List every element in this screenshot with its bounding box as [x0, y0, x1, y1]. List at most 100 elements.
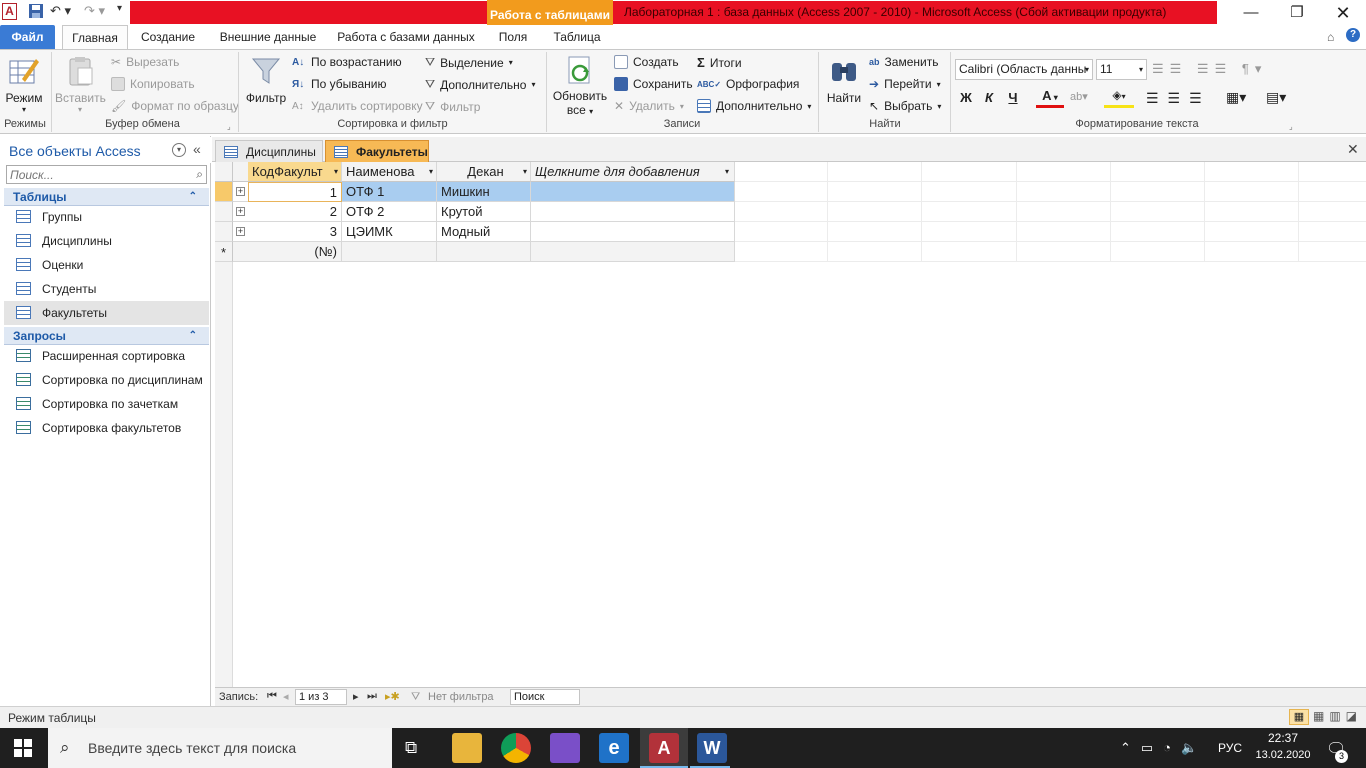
dialog-launcher-icon[interactable]: ⌟ — [1289, 122, 1293, 131]
cell-name[interactable]: ОТФ 2 — [342, 202, 437, 222]
file-explorer-icon[interactable] — [452, 733, 482, 763]
cell-dean[interactable]: Мишкин — [437, 182, 531, 202]
cell-new-name[interactable] — [342, 242, 437, 262]
delete-record-button[interactable]: ✕ Удалить ▾ — [614, 99, 684, 113]
word-icon[interactable]: W — [697, 733, 727, 763]
dialog-launcher-icon[interactable]: ⌟ — [227, 122, 231, 131]
new-record-button[interactable]: Создать — [614, 55, 679, 69]
tab-home[interactable]: Главная — [62, 25, 128, 50]
nav-item-faculties[interactable]: Факультеты — [4, 301, 209, 325]
maximize-button[interactable]: ❐ — [1274, 0, 1320, 25]
more-records-button[interactable]: Дополнительно ▾ — [697, 99, 811, 113]
nav-search-field[interactable]: ⌕ — [6, 165, 207, 184]
fill-color-button[interactable]: ◈▾ — [1104, 88, 1134, 108]
undo-icon[interactable]: ↶ ▾ — [50, 3, 80, 21]
access-icon[interactable]: A — [649, 733, 679, 763]
first-record-button[interactable]: ⏮ — [267, 690, 277, 703]
view-switcher-icons[interactable]: ▦▥◪ — [1313, 709, 1362, 723]
column-header-dean[interactable]: Декан ▾ — [437, 162, 531, 182]
windows-start-icon[interactable] — [14, 739, 32, 760]
font-size-select[interactable]: 11 ▾ — [1096, 59, 1147, 80]
nav-item-students[interactable]: Студенты — [4, 277, 209, 301]
nav-item-query-2[interactable]: Сортировка по дисциплинам — [4, 368, 209, 392]
visual-studio-icon[interactable] — [550, 733, 580, 763]
row-selector[interactable] — [215, 182, 233, 202]
record-search-input[interactable]: Поиск — [510, 689, 580, 705]
sort-descending-button[interactable]: Я↓ По убыванию — [292, 77, 387, 91]
replace-button[interactable]: ab Заменить — [869, 55, 938, 69]
column-header-add[interactable]: Щелкните для добавления ▾ — [531, 162, 735, 182]
column-header-id[interactable]: КодФакульт ▾ — [248, 162, 342, 182]
last-record-button[interactable]: ⏭ — [367, 690, 377, 703]
view-mode-button[interactable]: Режим ▾ — [4, 55, 44, 114]
totals-button[interactable]: Σ Итоги — [697, 55, 742, 70]
cell-new-id[interactable]: (№) — [248, 242, 342, 262]
tab-fields[interactable]: Поля — [490, 25, 536, 49]
cell-name[interactable]: ЦЭИМК — [342, 222, 437, 242]
row-selector[interactable] — [215, 202, 233, 222]
nav-item-grades[interactable]: Оценки — [4, 253, 209, 277]
doc-tab-faculties[interactable]: Факультеты — [325, 140, 429, 162]
select-all-corner[interactable] — [215, 162, 233, 182]
selection-button[interactable]: ⛛ Выделение ▾ — [425, 55, 513, 70]
nav-item-groups[interactable]: Группы — [4, 205, 209, 229]
clock-time[interactable]: 22:37 — [1256, 731, 1310, 745]
row-expander[interactable]: + — [233, 202, 248, 222]
search-icon[interactable]: ⌕ — [196, 167, 203, 182]
chrome-icon[interactable] — [501, 733, 531, 763]
underline-button[interactable]: Ч — [1003, 88, 1023, 108]
cut-button[interactable]: ✂ Вырезать — [111, 55, 179, 69]
customize-qat-icon[interactable]: ▾ — [117, 3, 127, 21]
record-position-field[interactable]: 1 из 3 — [295, 689, 347, 705]
copy-button[interactable]: Копировать — [111, 77, 195, 91]
goto-button[interactable]: ➔ Перейти ▾ — [869, 77, 941, 91]
language-indicator[interactable]: РУС — [1218, 728, 1242, 768]
task-view-icon[interactable]: ⧉ — [405, 738, 417, 758]
select-button[interactable]: ↖ Выбрать ▾ — [869, 99, 941, 113]
sort-ascending-button[interactable]: A↓ По возрастанию — [292, 55, 402, 69]
filter-status[interactable]: Нет фильтра — [428, 691, 494, 703]
row-expander[interactable]: + — [233, 182, 248, 202]
tab-database-tools[interactable]: Работа с базами данных — [333, 25, 479, 49]
filter-button[interactable]: Фильтр — [244, 55, 288, 105]
column-header-name[interactable]: Наименова ▾ — [342, 162, 437, 182]
cell-add[interactable] — [531, 202, 735, 222]
collapse-ribbon-icon[interactable]: ⌂ — [1327, 30, 1334, 44]
align-buttons[interactable]: ☰☰☰ — [1146, 90, 1211, 107]
tab-create[interactable]: Создание — [133, 25, 203, 49]
row-selector[interactable] — [215, 222, 233, 242]
refresh-all-button[interactable]: Обновить все ▾ — [550, 55, 610, 117]
format-painter-button[interactable]: 🖌 Формат по образцу — [111, 99, 239, 113]
next-record-button[interactable]: ▸ — [353, 690, 359, 703]
save-record-button[interactable]: Сохранить — [614, 77, 693, 91]
help-icon[interactable]: ? — [1346, 28, 1360, 42]
save-icon[interactable] — [28, 3, 44, 21]
minimize-button[interactable]: — — [1228, 0, 1274, 25]
italic-button[interactable]: К — [979, 88, 999, 108]
cell-dean[interactable]: Модный — [437, 222, 531, 242]
find-button[interactable]: Найти — [824, 55, 864, 105]
taskbar-search-box[interactable]: Введите здесь текст для поиска — [48, 728, 392, 768]
tab-file[interactable]: Файл — [0, 25, 55, 49]
nav-item-query-3[interactable]: Сортировка по зачеткам — [4, 392, 209, 416]
cell-id[interactable]: 3 — [248, 222, 342, 242]
advanced-filter-button[interactable]: ⛛ Дополнительно ▾ — [425, 77, 535, 92]
nav-section-queries[interactable]: Запросы ⌃ — [4, 327, 209, 345]
nav-search-input[interactable] — [7, 166, 187, 183]
datasheet-view-status-icon[interactable]: ▦ — [1289, 709, 1309, 725]
expand-plus-icon[interactable]: + — [236, 187, 245, 196]
font-name-select[interactable]: Calibri (Область данны ▾ — [955, 59, 1093, 80]
tab-table[interactable]: Таблица — [545, 25, 609, 49]
cell-new-dean[interactable] — [437, 242, 531, 262]
cell-add[interactable] — [531, 182, 735, 202]
cell-new-add[interactable] — [531, 242, 735, 262]
redo-icon[interactable]: ↷ ▾ — [84, 3, 114, 21]
doc-tab-disciplines[interactable]: Дисциплины — [215, 140, 323, 162]
toggle-filter-button[interactable]: ⛛ Фильтр — [425, 99, 480, 114]
cell-name[interactable]: ОТФ 1 — [342, 182, 437, 202]
spelling-button[interactable]: ABC✓ Орфография — [697, 77, 799, 91]
tab-external-data[interactable]: Внешние данные — [212, 25, 324, 49]
close-button[interactable]: ✕ — [1320, 0, 1366, 25]
expand-plus-icon[interactable]: + — [236, 227, 245, 236]
bold-button[interactable]: Ж — [956, 88, 976, 108]
